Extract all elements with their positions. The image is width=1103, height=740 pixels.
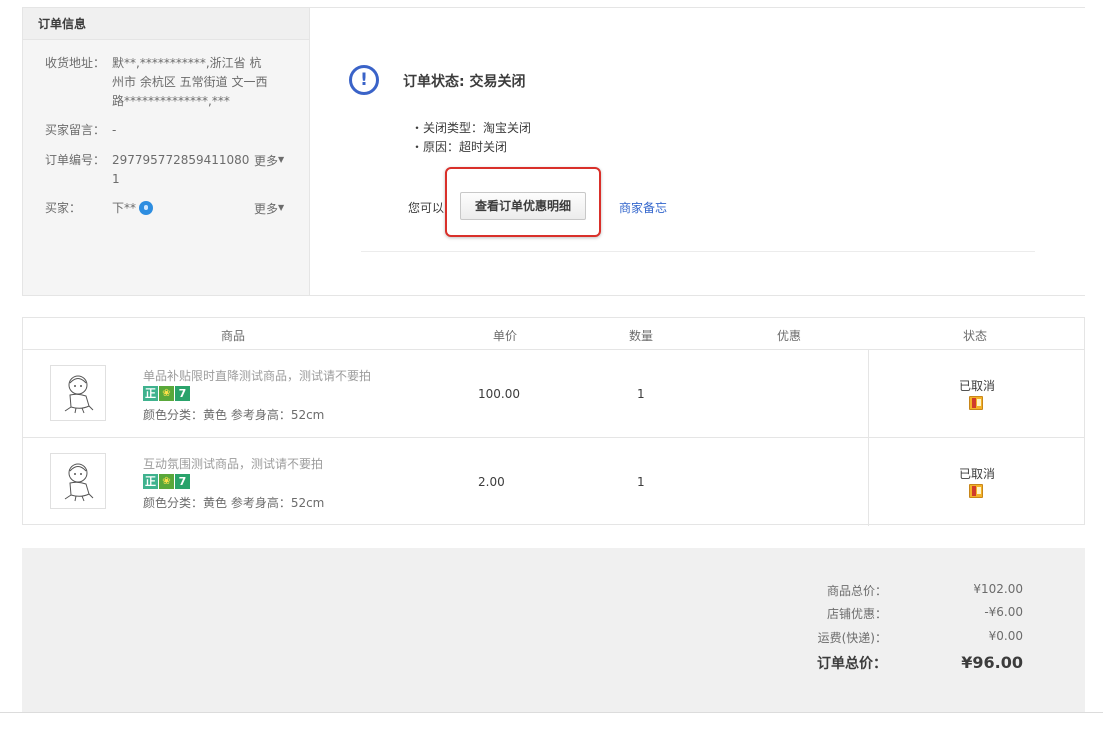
product-title-link[interactable]: 单品补贴限时直降测试商品，测试请不要拍 [143, 367, 371, 384]
unit-price: 2.00 [478, 475, 505, 489]
merchant-memo-link[interactable]: 商家备忘 [619, 199, 667, 216]
header-price: 单价 [492, 329, 517, 343]
table-header: 商品 单价 数量 优惠 状态 [23, 318, 1084, 350]
message-value: - [112, 123, 117, 137]
product-thumbnail[interactable] [50, 365, 106, 421]
product-thumbnail[interactable] [50, 453, 106, 509]
goods-total-label: 商品总价： [826, 584, 887, 598]
shipping-row: 运费(快递)： ¥0.00 [22, 629, 1085, 649]
shop-discount-label: 店铺优惠： [826, 607, 887, 621]
divider [0, 712, 1103, 713]
flower-badge-icon[interactable]: ❀ [159, 474, 174, 489]
divider [361, 251, 1035, 252]
quantity: 1 [637, 387, 645, 401]
shop-discount-value: -¥6.00 [984, 605, 1023, 619]
order-total-value: ¥96.00 [961, 653, 1023, 672]
seven-day-return-badge-icon[interactable]: 7 [175, 474, 190, 489]
you-can-label: 您可以 [408, 201, 445, 215]
close-reason: ・原因：超时关闭 [411, 140, 508, 154]
header-goods: 商品 [220, 329, 245, 343]
table-row: 单品补贴限时直降测试商品，测试请不要拍 正 ❀ 7 颜色分类：黄色 参考身高：52c… [23, 350, 1084, 438]
status-cell: 已取消 [868, 438, 1084, 526]
order-number-label: 订单编号： [45, 153, 106, 167]
address-label: 收货地址： [45, 56, 106, 70]
order-total-row: 订单总价： ¥96.00 [22, 653, 1085, 673]
snapshot-icon[interactable] [969, 396, 983, 410]
view-discount-detail-button[interactable]: 查看订单优惠明细 [460, 192, 586, 220]
seven-day-return-badge-icon[interactable]: 7 [175, 386, 190, 401]
order-status-title: 订单状态: 交易关闭 [403, 74, 526, 90]
buyer-name: 下** [112, 201, 137, 215]
buyer-more-label: 更多 [254, 202, 279, 216]
close-type: ・关闭类型：淘宝关闭 [411, 121, 532, 135]
baby-doll-image [64, 463, 94, 502]
chevron-down-icon: ▼ [278, 203, 285, 212]
flower-badge-icon[interactable]: ❀ [159, 386, 174, 401]
unit-price: 100.00 [478, 387, 520, 401]
goods-total-row: 商品总价： ¥102.00 [22, 582, 1085, 602]
order-summary: 商品总价： ¥102.00 店铺优惠： -¥6.00 运费(快递)： ¥0.00… [22, 548, 1085, 712]
order-info-column: 订单信息 收货地址： 默**,***********,浙江省 杭 州市 余杭区 … [23, 8, 310, 295]
item-status: 已取消 [958, 379, 995, 393]
order-total-label: 订单总价： [817, 656, 887, 672]
service-badges: 正 ❀ 7 [143, 386, 191, 401]
header-discount: 优惠 [776, 329, 801, 343]
order-number-line-1: 297795772859411080 [112, 153, 250, 167]
buyer-row: 买家： 下** [45, 199, 245, 217]
buyer-label: 买家： [45, 201, 82, 215]
shop-discount-row: 店铺优惠： -¥6.00 [22, 605, 1085, 625]
wangwang-chat-icon[interactable] [139, 201, 154, 215]
address-line-2: 州市 余杭区 五常街道 文一西 [112, 75, 268, 89]
header-status: 状态 [962, 329, 987, 343]
status-cell: 已取消 [868, 350, 1084, 437]
baby-doll-image [64, 375, 94, 414]
service-badges: 正 ❀ 7 [143, 474, 191, 489]
product-spec: 颜色分类：黄色 参考身高：52cm [143, 408, 325, 422]
table-row: 互动氛围测试商品，测试请不要拍 正 ❀ 7 颜色分类：黄色 参考身高：52cm 2.… [23, 438, 1084, 526]
chevron-down-icon: ▼ [278, 155, 285, 164]
order-info-title: 订单信息 [23, 8, 309, 40]
header-qty: 数量 [628, 329, 653, 343]
quantity: 1 [637, 475, 645, 489]
order-info-panel: 订单信息 收货地址： 默**,***********,浙江省 杭 州市 余杭区 … [22, 7, 1085, 296]
order-more-label: 更多 [254, 154, 279, 168]
order-items-table: 商品 单价 数量 优惠 状态 单品补贴限时直降测试商品，测试请不要拍 正 ❀ 7 颜… [22, 317, 1085, 526]
address-line-1: 默**,***********,浙江省 杭 [112, 56, 262, 70]
order-number-line-2: 1 [112, 172, 120, 186]
address-row: 收货地址： 默**,***********,浙江省 杭 州市 余杭区 五常街道 … [45, 54, 305, 114]
order-more-link[interactable]: 更多▼ [254, 152, 284, 169]
product-spec: 颜色分类：黄色 参考身高：52cm [143, 496, 325, 510]
product-title-link[interactable]: 互动氛围测试商品，测试请不要拍 [143, 455, 323, 472]
genuine-badge-icon[interactable]: 正 [143, 474, 158, 489]
item-status: 已取消 [958, 467, 995, 481]
order-status-column: ! 订单状态: 交易关闭 ・关闭类型：淘宝关闭 ・原因：超时关闭 您可以 查看订… [311, 8, 1085, 295]
message-row: 买家留言： - [45, 121, 305, 139]
exclamation-icon: ! [349, 65, 379, 95]
shipping-value: ¥0.00 [988, 629, 1023, 643]
genuine-badge-icon[interactable]: 正 [143, 386, 158, 401]
snapshot-icon[interactable] [969, 484, 983, 498]
goods-total-value: ¥102.00 [973, 582, 1023, 596]
buyer-more-link[interactable]: 更多▼ [254, 200, 284, 217]
message-label: 买家留言： [45, 123, 106, 137]
address-line-3: 路**************,*** [112, 94, 230, 108]
shipping-label: 运费(快递)： [817, 631, 887, 645]
